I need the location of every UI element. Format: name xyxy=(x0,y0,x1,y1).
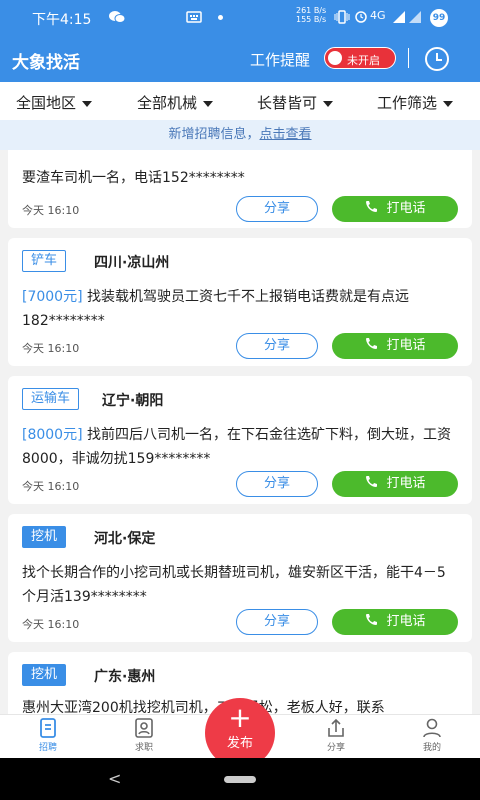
phone-icon xyxy=(366,614,378,625)
machine-tag: 铲车 xyxy=(22,250,67,272)
status-time: 下午4:15 xyxy=(32,12,92,28)
network-speed: 261 B/s 155 B/s xyxy=(296,6,327,24)
filter-region[interactable]: 全国地区 xyxy=(16,92,93,113)
job-salary: [8000元] xyxy=(22,427,83,443)
notification-dot xyxy=(218,15,223,20)
filter-machinery[interactable]: 全部机械 xyxy=(137,92,214,113)
recruit-icon xyxy=(40,718,56,738)
machine-tag: 挖机 xyxy=(22,526,67,548)
post-time: 今天 16:10 xyxy=(22,204,80,217)
tab-share[interactable]: 分享 xyxy=(306,717,366,753)
phone-icon xyxy=(366,338,378,349)
toggle-label: 未开启 xyxy=(347,54,380,67)
notice-link[interactable]: 点击查看 xyxy=(260,127,312,142)
job-card[interactable]: 要渣车司机一名，电话152******** 今天 16:10 分享 打电话 xyxy=(8,150,472,228)
machine-tag: 挖机 xyxy=(22,664,67,686)
caret-down-icon xyxy=(323,100,334,107)
app-header: 大象找活 工作提醒 未开启 xyxy=(0,36,480,82)
status-bar: 下午4:15 261 B/s 155 B/s 4G 99 xyxy=(0,0,480,36)
wechat-icon xyxy=(109,11,126,23)
job-seek-icon xyxy=(135,718,153,738)
plus-icon: + xyxy=(228,701,252,734)
work-remind-label: 工作提醒 xyxy=(250,51,311,69)
notice-text: 新增招聘信息， xyxy=(168,127,260,142)
profile-icon xyxy=(423,718,441,738)
job-description: [7000元] 找装载机驾驶员工资七千不上报销电话费就是有点远182******… xyxy=(22,289,410,329)
network-type: 4G xyxy=(370,9,386,22)
post-time: 今天 16:10 xyxy=(22,618,80,631)
publish-label: 发布 xyxy=(226,736,253,751)
new-posts-notice[interactable]: 新增招聘信息，点击查看 xyxy=(0,120,480,150)
call-button[interactable]: 打电话 xyxy=(332,333,458,359)
job-location: 广东·惠州 xyxy=(94,669,156,685)
job-card[interactable]: 挖机 河北·保定 找个长期合作的小挖司机或长期替班司机，雄安新区干活，能干4－5… xyxy=(8,514,472,642)
signal-icon xyxy=(409,11,421,23)
share-button[interactable]: 分享 xyxy=(236,196,318,222)
post-time: 今天 16:10 xyxy=(22,480,80,493)
tab-profile[interactable]: 我的 xyxy=(402,717,462,753)
caret-down-icon xyxy=(82,100,93,107)
job-location: 辽宁·朝阳 xyxy=(102,393,164,409)
clock-icon[interactable] xyxy=(423,45,451,73)
share-icon xyxy=(328,718,344,737)
app-title: 大象找活 xyxy=(12,53,80,73)
share-button[interactable]: 分享 xyxy=(236,333,318,359)
job-card[interactable]: 铲车 四川·凉山州 [7000元] 找装载机驾驶员工资七千不上报销电话费就是有点… xyxy=(8,238,472,366)
call-button[interactable]: 打电话 xyxy=(332,196,458,222)
back-icon[interactable]: < xyxy=(108,769,121,788)
battery-icon: 99 xyxy=(430,9,448,27)
job-location: 河北·保定 xyxy=(94,531,156,547)
share-button[interactable]: 分享 xyxy=(236,471,318,497)
call-button[interactable]: 打电话 xyxy=(332,471,458,497)
home-pill-icon[interactable] xyxy=(224,776,256,783)
system-nav-bar: < xyxy=(0,758,480,800)
vibrate-icon xyxy=(334,10,350,24)
call-button[interactable]: 打电话 xyxy=(332,609,458,635)
phone-icon xyxy=(366,476,378,487)
caret-down-icon xyxy=(443,100,454,107)
machine-tag: 运输车 xyxy=(22,388,80,410)
filter-duration[interactable]: 长替皆可 xyxy=(257,92,334,113)
filter-work[interactable]: 工作筛选 xyxy=(377,92,454,113)
share-button[interactable]: 分享 xyxy=(236,609,318,635)
filter-bar: 全国地区 全部机械 长替皆可 工作筛选 xyxy=(0,82,480,120)
job-salary: [7000元] xyxy=(22,289,83,305)
job-card[interactable]: 运输车 辽宁·朝阳 [8000元] 找前四后八司机一名，在下石金往选矿下料，倒大… xyxy=(8,376,472,504)
job-description: 找个长期合作的小挖司机或长期替班司机，雄安新区干活，能干4－5个月活139***… xyxy=(22,565,446,605)
tab-job-seek[interactable]: 求职 xyxy=(114,717,174,753)
header-divider xyxy=(408,48,409,68)
keyboard-icon xyxy=(186,11,202,23)
job-location: 四川·凉山州 xyxy=(94,255,170,271)
phone-icon xyxy=(366,201,378,212)
alarm-icon xyxy=(355,11,367,23)
signal-icon xyxy=(393,11,405,23)
post-time: 今天 16:10 xyxy=(22,342,80,355)
tab-recruit[interactable]: 招聘 xyxy=(18,717,78,753)
work-remind-toggle[interactable]: 未开启 xyxy=(324,47,396,69)
job-description: [8000元] 找前四后八司机一名，在下石金往选矿下料，倒大班，工资8000，非… xyxy=(22,427,452,467)
toggle-knob xyxy=(328,51,342,65)
caret-down-icon xyxy=(203,100,214,107)
job-description: 要渣车司机一名，电话152******** xyxy=(22,170,245,186)
